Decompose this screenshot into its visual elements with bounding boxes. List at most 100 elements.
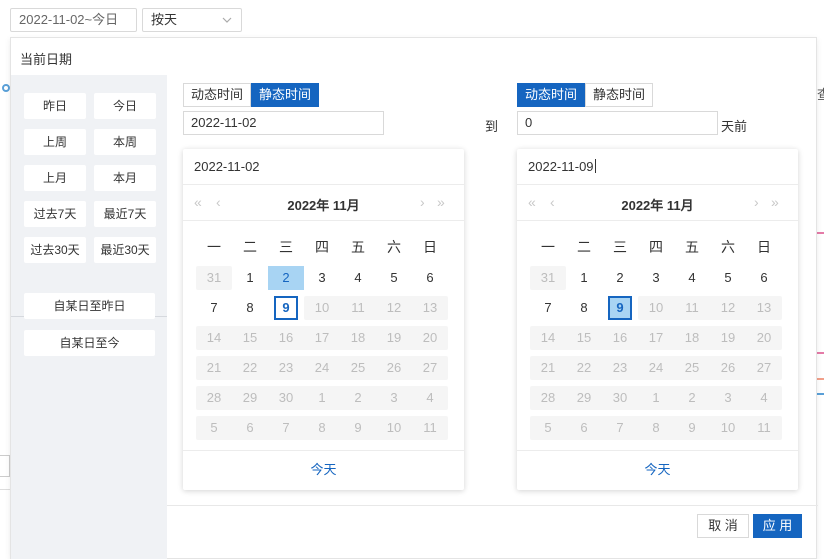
quick-past-30-days-button[interactable]: 过去30天 xyxy=(24,237,86,263)
tab-end-static[interactable]: 静态时间 xyxy=(585,83,654,107)
calendar-day: 22 xyxy=(576,360,592,375)
calendar-day: 16 xyxy=(278,330,294,345)
calendar-day: 8 xyxy=(318,420,326,435)
calendar-day: 24 xyxy=(314,360,330,375)
calendar-day: 2 xyxy=(688,390,696,405)
weekday-label: 四 xyxy=(315,239,329,255)
end-calendar: 2022-11-09 « ‹ 2022年 11月 › » 今天 一 二 三 四 五 六 日 3… xyxy=(517,149,798,490)
calendar-day: 21 xyxy=(206,360,222,375)
quick-past-7-days-button[interactable]: 过去7天 xyxy=(24,201,86,227)
calendar-day: 19 xyxy=(720,330,736,345)
quick-last-month-button[interactable]: 上月 xyxy=(24,165,86,191)
tab-start-static[interactable]: 静态时间 xyxy=(251,83,320,107)
calendar-day: 4 xyxy=(426,390,434,405)
calendar-day: 30 xyxy=(278,390,294,405)
tab-end-dynamic[interactable]: 动态时间 xyxy=(517,83,586,107)
range-to-label: 到 xyxy=(485,119,499,134)
apply-button[interactable]: 应 用 xyxy=(753,514,802,538)
tab-start-dynamic[interactable]: 动态时间 xyxy=(183,83,252,107)
date-range-field[interactable]: 2022-11-02~今日 xyxy=(10,8,137,32)
calendar-day: 11 xyxy=(423,420,437,435)
quick-today-button[interactable]: 今日 xyxy=(94,93,156,119)
calendar-day[interactable]: 6 xyxy=(746,266,782,290)
calendar-day[interactable]: 5 xyxy=(376,266,412,290)
background-query-text: 查 xyxy=(817,87,824,102)
quick-recent-7-days-button[interactable]: 最近7天 xyxy=(94,201,156,227)
start-calendar-header: « ‹ 2022年 11月 › » xyxy=(183,185,464,221)
calendar-day: 17 xyxy=(314,330,330,345)
calendar-day: 9 xyxy=(688,420,696,435)
next-month-icon[interactable]: › xyxy=(420,194,425,210)
chevron-down-icon xyxy=(222,17,232,23)
granularity-select[interactable]: 按天 xyxy=(142,8,242,32)
calendar-day[interactable]: 8 xyxy=(566,296,602,320)
quick-this-month-button[interactable]: 本月 xyxy=(94,165,156,191)
calendar-day: 29 xyxy=(576,390,592,405)
calendar-day[interactable]: 8 xyxy=(232,296,268,320)
next-year-icon[interactable]: » xyxy=(771,194,779,210)
calendar-day: 5 xyxy=(210,420,218,435)
calendar-day: 9 xyxy=(354,420,362,435)
calendar-day-today[interactable]: 9 xyxy=(602,296,638,320)
quick-last-week-button[interactable]: 上周 xyxy=(24,129,86,155)
calendar-day: 31 xyxy=(206,270,222,285)
calendar-day[interactable]: 5 xyxy=(710,266,746,290)
calendar-day[interactable]: 7 xyxy=(530,296,566,320)
since-date-to-now-button[interactable]: 自某日至今 xyxy=(24,330,155,356)
next-year-icon[interactable]: » xyxy=(437,194,445,210)
calendar-day: 2 xyxy=(354,390,362,405)
end-calendar-input[interactable]: 2022-11-09 xyxy=(517,149,798,185)
calendar-day: 1 xyxy=(318,390,326,405)
background-left-control xyxy=(0,455,10,477)
calendar-day[interactable]: 4 xyxy=(674,266,710,290)
calendar-day[interactable]: 3 xyxy=(304,266,340,290)
calendar-day: 29 xyxy=(242,390,258,405)
start-calendar-input[interactable]: 2022-11-02 xyxy=(183,149,464,185)
text-cursor xyxy=(594,159,596,173)
calendar-day[interactable]: 1 xyxy=(232,266,268,290)
weekday-label: 六 xyxy=(387,239,401,255)
calendar-day: 10 xyxy=(720,420,736,435)
quick-this-week-button[interactable]: 本周 xyxy=(94,129,156,155)
calendar-day: 3 xyxy=(724,390,732,405)
calendar-day: 17 xyxy=(648,330,664,345)
background-line-pink xyxy=(817,232,824,234)
calendar-day-selected[interactable]: 2 xyxy=(268,266,304,290)
weekday-label: 二 xyxy=(243,239,257,255)
next-month-icon[interactable]: › xyxy=(754,194,759,210)
calendar-day: 25 xyxy=(350,360,366,375)
calendar-day: 15 xyxy=(242,330,258,345)
days-ago-suffix: 天前 xyxy=(721,119,748,134)
calendar-day: 10 xyxy=(648,300,664,315)
calendar-day[interactable]: 7 xyxy=(196,296,232,320)
calendar-day: 18 xyxy=(684,330,700,345)
quick-yesterday-button[interactable]: 昨日 xyxy=(24,93,86,119)
start-today-link[interactable]: 今天 xyxy=(183,450,464,490)
quick-range-sidebar: 昨日 今日 上周 本周 上月 本月 过去7天 最近7天 过去30天 最近30天 … xyxy=(11,75,167,559)
calendar-day-today[interactable]: 9 xyxy=(268,296,304,320)
weekday-label: 四 xyxy=(649,239,663,255)
end-today-link[interactable]: 今天 xyxy=(517,450,798,490)
calendar-day: 11 xyxy=(757,420,771,435)
calendar-day: 20 xyxy=(756,330,772,345)
since-date-to-yesterday-button[interactable]: 自某日至昨日 xyxy=(24,293,155,319)
calendar-day: 13 xyxy=(756,300,772,315)
calendar-day: 11 xyxy=(685,300,699,315)
calendar-day[interactable]: 3 xyxy=(638,266,674,290)
calendar-day[interactable]: 6 xyxy=(412,266,448,290)
start-date-input[interactable]: 2022-11-02 xyxy=(183,111,384,135)
calendar-day: 7 xyxy=(282,420,290,435)
cancel-button[interactable]: 取 消 xyxy=(697,514,749,538)
start-calendar-input-value: 2022-11-02 xyxy=(194,159,260,174)
calendar-day: 24 xyxy=(648,360,664,375)
calendar-day: 1 xyxy=(652,390,660,405)
calendar-day: 30 xyxy=(612,390,628,405)
quick-recent-30-days-button[interactable]: 最近30天 xyxy=(94,237,156,263)
calendar-day[interactable]: 2 xyxy=(602,266,638,290)
calendar-day: 6 xyxy=(580,420,588,435)
calendar-day: 15 xyxy=(576,330,592,345)
end-days-ago-input[interactable]: 0 xyxy=(517,111,718,135)
calendar-day[interactable]: 4 xyxy=(340,266,376,290)
calendar-day: 6 xyxy=(246,420,254,435)
calendar-day[interactable]: 1 xyxy=(566,266,602,290)
